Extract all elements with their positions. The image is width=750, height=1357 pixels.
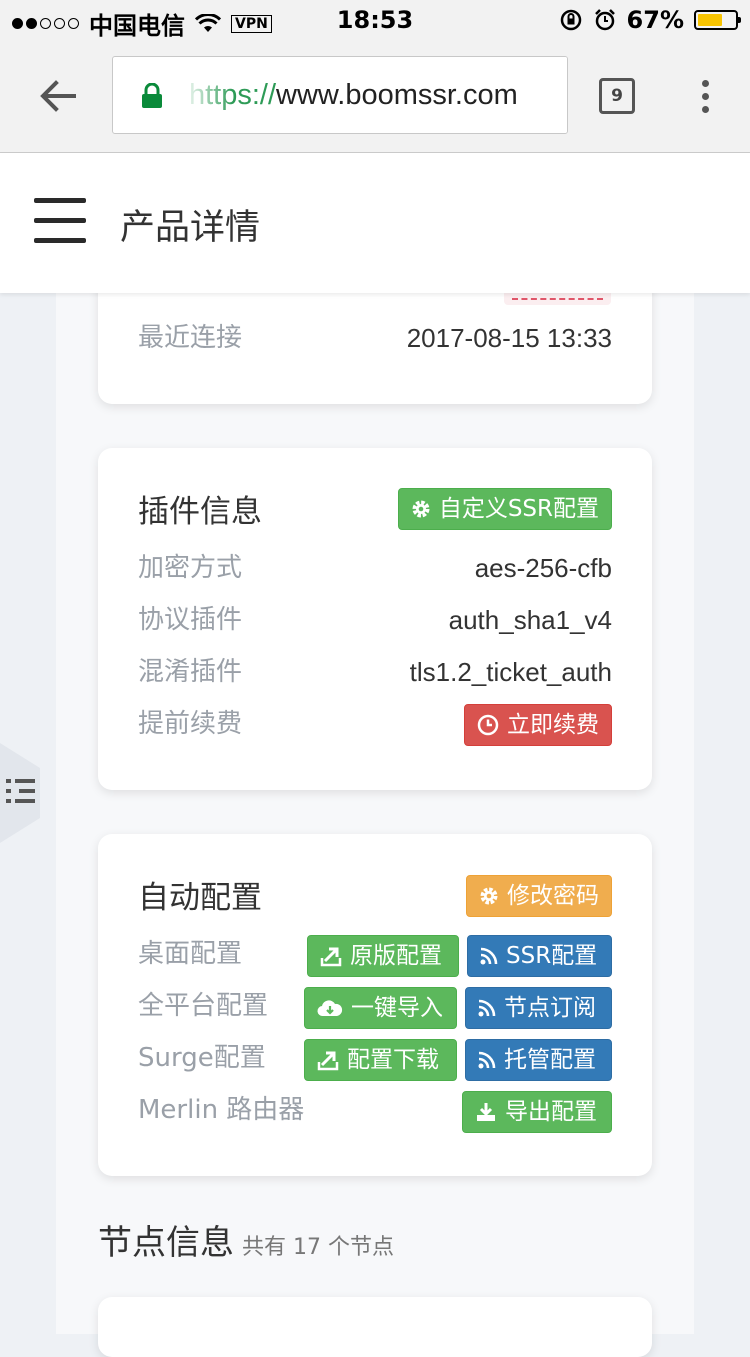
auto-config-card: 自动配置 修改密码 桌面配置 原版配置 SSR配置 全平台配置 一键导入 节点订… bbox=[98, 834, 652, 1176]
custom-ssr-config-label: 自定义SSR配置 bbox=[438, 496, 599, 522]
export-config-button[interactable]: 导出配置 bbox=[462, 1091, 612, 1133]
ssr-config-label: SSR配置 bbox=[506, 943, 598, 969]
list-icon bbox=[6, 779, 36, 807]
clock-icon bbox=[477, 714, 499, 736]
url-host: www.boomssr.com bbox=[276, 79, 518, 111]
original-config-button[interactable]: 原版配置 bbox=[307, 935, 459, 977]
cipher-label: 加密方式 bbox=[138, 553, 243, 583]
auto-config-title: 自动配置 bbox=[138, 880, 262, 916]
obfs-label: 混淆插件 bbox=[138, 657, 243, 687]
node-subscribe-label: 节点订阅 bbox=[504, 995, 596, 1021]
plugin-info-card: 插件信息 自定义SSR配置 加密方式 aes-256-cfb 协议插件 auth… bbox=[98, 448, 652, 790]
cipher-row: 加密方式 aes-256-cfb bbox=[138, 548, 612, 588]
export-icon bbox=[320, 947, 342, 967]
status-badge bbox=[504, 293, 611, 305]
nodes-count: 共有 17 个节点 bbox=[242, 1235, 394, 1260]
renew-now-button[interactable]: 立即续费 bbox=[464, 704, 612, 746]
url-fade-left bbox=[183, 57, 233, 133]
alarm-icon bbox=[594, 9, 615, 31]
rss-icon bbox=[478, 999, 496, 1017]
rotation-lock-icon bbox=[560, 9, 581, 31]
config-download-label: 配置下载 bbox=[347, 1047, 439, 1073]
protocol-row: 协议插件 auth_sha1_v4 bbox=[138, 600, 612, 640]
config-download-button[interactable]: 配置下载 bbox=[304, 1039, 457, 1081]
battery-icon bbox=[694, 10, 741, 30]
browser-toolbar: https://www.boomssr.com 9 bbox=[0, 40, 750, 153]
back-arrow-icon[interactable] bbox=[36, 74, 80, 118]
node-subscribe-button[interactable]: 节点订阅 bbox=[465, 987, 612, 1029]
renew-now-label: 立即续费 bbox=[507, 712, 599, 738]
merlin-router-label: Merlin 路由器 bbox=[138, 1095, 305, 1125]
more-menu-icon[interactable] bbox=[700, 80, 710, 114]
tab-switcher-button[interactable]: 9 bbox=[599, 78, 635, 114]
side-drawer-tab[interactable] bbox=[0, 743, 40, 843]
status-right: 67% bbox=[559, 6, 741, 34]
node-card bbox=[98, 1297, 652, 1357]
renew-label: 提前续费 bbox=[138, 709, 243, 739]
change-password-button[interactable]: 修改密码 bbox=[466, 875, 612, 917]
rss-icon bbox=[480, 947, 498, 965]
export-config-label: 导出配置 bbox=[505, 1099, 597, 1125]
surge-config-label: Surge配置 bbox=[138, 1043, 266, 1073]
ssr-config-button[interactable]: SSR配置 bbox=[467, 935, 612, 977]
desktop-config-label: 桌面配置 bbox=[138, 939, 243, 969]
one-click-import-label: 一键导入 bbox=[351, 995, 443, 1021]
obfs-value: tls1.2_ticket_auth bbox=[409, 657, 612, 687]
nodes-section-header: 节点信息 共有 17 个节点 bbox=[98, 1215, 394, 1264]
url-fade-right bbox=[527, 57, 567, 133]
hamburger-menu-icon[interactable] bbox=[34, 198, 86, 246]
all-platform-label: 全平台配置 bbox=[138, 991, 269, 1021]
export-icon bbox=[317, 1051, 339, 1071]
lock-icon bbox=[142, 83, 162, 108]
cloud-download-icon bbox=[317, 1000, 343, 1017]
obfs-row: 混淆插件 tls1.2_ticket_auth bbox=[138, 652, 612, 692]
app-header: 产品详情 bbox=[0, 153, 750, 293]
one-click-import-button[interactable]: 一键导入 bbox=[304, 987, 457, 1029]
last-connect-value: 2017-08-15 13:33 bbox=[406, 323, 612, 353]
protocol-label: 协议插件 bbox=[138, 605, 243, 635]
download-icon bbox=[477, 1103, 495, 1121]
custom-ssr-config-button[interactable]: 自定义SSR配置 bbox=[397, 488, 612, 530]
gear-icon bbox=[480, 887, 498, 905]
plugin-info-title: 插件信息 bbox=[138, 494, 262, 530]
protocol-value: auth_sha1_v4 bbox=[448, 605, 612, 635]
battery-percent: 67% bbox=[626, 6, 684, 34]
change-password-label: 修改密码 bbox=[507, 883, 599, 909]
address-bar[interactable]: https://www.boomssr.com bbox=[112, 56, 568, 134]
rss-icon bbox=[478, 1051, 496, 1069]
page-title: 产品详情 bbox=[120, 208, 261, 248]
nodes-section-title: 节点信息 bbox=[98, 1223, 234, 1263]
gear-icon bbox=[412, 500, 430, 518]
status-bar: 中国电信 VPN 18:53 67% bbox=[0, 0, 750, 40]
original-config-label: 原版配置 bbox=[350, 943, 442, 969]
cipher-value: aes-256-cfb bbox=[474, 553, 612, 583]
url-text[interactable]: https://www.boomssr.com bbox=[189, 79, 518, 112]
last-connect-label: 最近连接 bbox=[138, 323, 243, 353]
hosted-config-button[interactable]: 托管配置 bbox=[465, 1039, 612, 1081]
last-connect-row: 最近连接 2017-08-15 13:33 bbox=[138, 318, 612, 358]
hosted-config-label: 托管配置 bbox=[504, 1047, 596, 1073]
